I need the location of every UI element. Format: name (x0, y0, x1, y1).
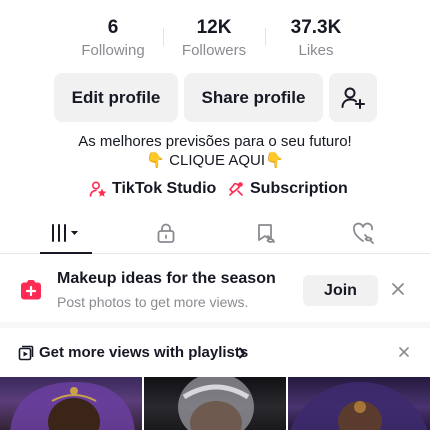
subscription-link[interactable]: Subscription (227, 180, 348, 198)
stat-likes[interactable]: 37.3K Likes (266, 16, 366, 61)
tab-favorites[interactable] (216, 212, 316, 254)
followers-label: Followers (181, 42, 247, 59)
following-count: 6 (107, 17, 119, 38)
lock-icon (157, 223, 175, 243)
stat-followers[interactable]: 12K Followers (164, 16, 264, 61)
heart-hidden-icon (352, 222, 374, 244)
tiktok-studio-link[interactable]: TikTok Studio (89, 180, 216, 198)
bio-line: 👇 CLIQUE AQUI👇 (146, 152, 284, 169)
profile-links: TikTok Studio Subscription (0, 180, 430, 202)
add-friends-button[interactable] (329, 73, 377, 122)
bio-line: As melhores previsões para o seu futuro! (78, 133, 352, 150)
studio-person-icon (89, 181, 107, 197)
studio-label: TikTok Studio (112, 180, 217, 197)
videos-grid-icon (52, 224, 78, 242)
active-tab-indicator (40, 252, 92, 254)
join-button[interactable]: Join (303, 275, 378, 306)
playlist-icon (18, 345, 34, 361)
thumbnail-image (178, 377, 254, 430)
likes-count: 37.3K (290, 17, 342, 38)
following-label: Following (81, 42, 145, 59)
tab-private[interactable] (116, 212, 216, 254)
playlist-banner-label: Get more views with playlists (39, 344, 249, 361)
add-user-icon (341, 87, 365, 109)
promo-banner[interactable]: Makeup ideas for the season Post photos … (0, 256, 430, 322)
edit-profile-button[interactable]: Edit profile (54, 73, 178, 122)
tab-videos[interactable] (16, 212, 116, 254)
promo-title: Makeup ideas for the season (57, 270, 276, 287)
profile-stats: 6 Following 12K Followers 37.3K Likes (0, 16, 430, 64)
stat-following[interactable]: 6 Following (63, 16, 163, 61)
close-icon[interactable] (399, 347, 409, 357)
followers-count: 12K (196, 17, 232, 38)
profile-tabs (0, 212, 430, 254)
subscription-icon (229, 182, 243, 196)
video-thumbnail[interactable] (288, 377, 430, 430)
video-grid (0, 377, 430, 430)
video-thumbnail[interactable] (144, 377, 286, 430)
share-profile-button[interactable]: Share profile (184, 73, 323, 122)
video-thumbnail[interactable] (0, 377, 142, 430)
playlist-banner[interactable]: Get more views with playlists (0, 336, 430, 368)
bookmark-hidden-icon (258, 224, 275, 243)
close-icon[interactable] (391, 282, 405, 296)
chevron-right-icon (239, 347, 246, 359)
section-divider (0, 322, 430, 328)
subscription-label: Subscription (250, 180, 348, 197)
tab-liked[interactable] (314, 212, 414, 254)
thumbnail-image (10, 382, 135, 430)
profile-bio: As melhores previsões para o seu futuro!… (0, 132, 430, 170)
likes-label: Likes (298, 42, 334, 59)
thumbnail-image (290, 382, 428, 430)
promo-subtitle: Post photos to get more views. (57, 294, 249, 310)
add-photo-icon (21, 280, 41, 300)
